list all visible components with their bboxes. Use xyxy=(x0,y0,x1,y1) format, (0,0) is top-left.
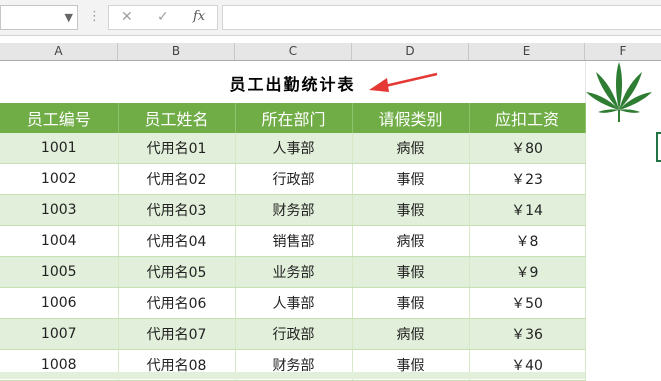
table-row-partial xyxy=(0,372,585,379)
column-header-f[interactable]: F xyxy=(585,43,661,60)
cell-department[interactable]: 业务部 xyxy=(235,256,353,288)
column-header-e[interactable]: E xyxy=(469,43,585,60)
cell-department[interactable]: 人事部 xyxy=(235,287,353,319)
cell-employee-name[interactable]: 代用名02 xyxy=(118,163,236,195)
sheet-title[interactable]: 员工出勤统计表 xyxy=(0,71,585,95)
column-header-c[interactable]: C xyxy=(235,43,352,60)
table-header-row: 员工编号 员工姓名 所在部门 请假类别 应扣工资 xyxy=(0,103,586,133)
red-arrow-icon xyxy=(369,72,438,92)
cell-department[interactable]: 销售部 xyxy=(235,225,353,257)
column-headers: A B C D E F xyxy=(0,43,661,61)
chevron-down-icon[interactable]: ▼ xyxy=(65,11,73,24)
cell-employee-id[interactable]: 1006 xyxy=(0,287,119,319)
cell-deduction[interactable]: ￥14 xyxy=(469,194,586,226)
worksheet[interactable]: 员工出勤统计表 员工编号 员工姓名 所在部门 请假类别 应扣工资 1001 代用… xyxy=(0,61,661,381)
table-row: 1007 代用名07 行政部 病假 ￥36 xyxy=(0,318,586,350)
cell-employee-name[interactable]: 代用名01 xyxy=(118,133,236,164)
cell-employee-name[interactable]: 代用名06 xyxy=(118,287,236,319)
cell-department[interactable]: 人事部 xyxy=(235,133,353,164)
formula-buttons: ✕ ✓ fx xyxy=(108,5,218,30)
selected-cell-border xyxy=(656,132,661,162)
cell-employee-id[interactable]: 1004 xyxy=(0,225,119,257)
cell-leave-type[interactable]: 事假 xyxy=(352,194,470,226)
header-employee-name[interactable]: 员工姓名 xyxy=(118,103,236,133)
cell-leave-type[interactable]: 病假 xyxy=(352,133,470,164)
formula-bar: ▼ ⋮ ✕ ✓ fx xyxy=(0,0,661,36)
cell-employee-name[interactable]: 代用名03 xyxy=(118,194,236,226)
cell-deduction[interactable]: ￥9 xyxy=(469,256,586,288)
insert-function-button[interactable]: fx xyxy=(193,9,205,24)
cell-employee-id[interactable]: 1003 xyxy=(0,194,119,226)
name-box[interactable]: ▼ xyxy=(0,5,78,30)
cell-employee-name[interactable]: 代用名07 xyxy=(118,318,236,350)
column-header-a[interactable]: A xyxy=(0,43,118,60)
table-row: 1005 代用名05 业务部 事假 ￥9 xyxy=(0,256,586,288)
header-department[interactable]: 所在部门 xyxy=(235,103,353,133)
header-leave-type[interactable]: 请假类别 xyxy=(352,103,470,133)
table-row: 1003 代用名03 财务部 事假 ￥14 xyxy=(0,194,586,226)
cell-leave-type[interactable]: 事假 xyxy=(352,256,470,288)
attendance-table: 员工编号 员工姓名 所在部门 请假类别 应扣工资 1001 代用名01 人事部 … xyxy=(0,103,586,381)
cell-employee-id[interactable]: 1007 xyxy=(0,318,119,350)
cell-department[interactable]: 行政部 xyxy=(235,318,353,350)
cell-employee-name[interactable]: 代用名04 xyxy=(118,225,236,257)
table-row: 1004 代用名04 销售部 病假 ￥8 xyxy=(0,225,586,257)
cell-department[interactable]: 行政部 xyxy=(235,163,353,195)
cell-employee-id[interactable]: 1005 xyxy=(0,256,119,288)
header-deduction[interactable]: 应扣工资 xyxy=(469,103,586,133)
cannabis-leaf-icon xyxy=(586,62,652,122)
column-header-d[interactable]: D xyxy=(352,43,469,60)
header-employee-id[interactable]: 员工编号 xyxy=(0,103,119,133)
cell-deduction[interactable]: ￥50 xyxy=(469,287,586,319)
cell-deduction[interactable]: ￥80 xyxy=(469,133,586,164)
table-row: 1001 代用名01 人事部 病假 ￥80 xyxy=(0,133,586,164)
cell-leave-type[interactable]: 病假 xyxy=(352,318,470,350)
column-header-b[interactable]: B xyxy=(118,43,235,60)
formula-input[interactable] xyxy=(222,5,661,30)
cell-deduction[interactable]: ￥36 xyxy=(469,318,586,350)
enter-icon[interactable]: ✓ xyxy=(157,9,169,25)
cell-department[interactable]: 财务部 xyxy=(235,194,353,226)
cell-employee-id[interactable]: 1001 xyxy=(0,133,119,164)
table-row: 1002 代用名02 行政部 事假 ￥23 xyxy=(0,163,586,195)
cell-leave-type[interactable]: 事假 xyxy=(352,163,470,195)
cell-deduction[interactable]: ￥8 xyxy=(469,225,586,257)
cell-employee-id[interactable]: 1002 xyxy=(0,163,119,195)
formula-bar-grip-icon[interactable]: ⋮ xyxy=(88,9,101,24)
cancel-icon[interactable]: ✕ xyxy=(121,9,133,25)
title-row[interactable]: 员工出勤统计表 xyxy=(0,61,585,103)
cell-deduction[interactable]: ￥23 xyxy=(469,163,586,195)
table-row: 1006 代用名06 人事部 事假 ￥50 xyxy=(0,287,586,319)
cell-leave-type[interactable]: 事假 xyxy=(352,287,470,319)
cell-leave-type[interactable]: 病假 xyxy=(352,225,470,257)
cell-employee-name[interactable]: 代用名05 xyxy=(118,256,236,288)
